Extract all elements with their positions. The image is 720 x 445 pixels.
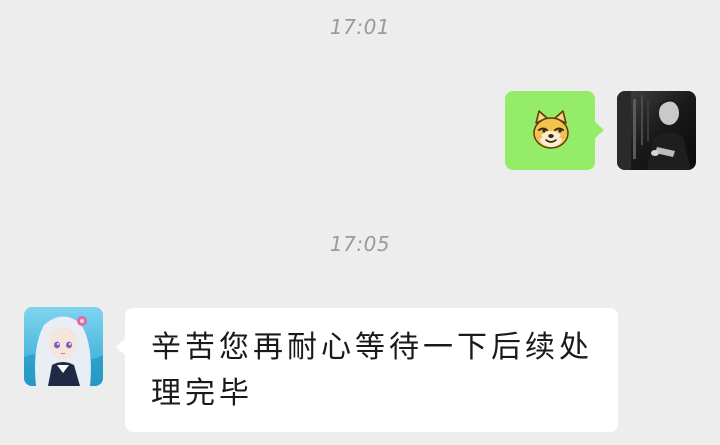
message-text: 辛苦您再耐心等待一下后续处理完毕	[151, 330, 593, 411]
timestamp: 17:01	[329, 15, 391, 39]
received-message-bubble[interactable]: 辛苦您再耐心等待一下后续处理完毕	[116, 308, 618, 432]
contact-avatar[interactable]	[24, 307, 103, 386]
sent-sticker-bubble[interactable]	[505, 91, 604, 170]
timestamp: 17:05	[329, 232, 391, 256]
dark-photo-avatar-icon	[617, 91, 696, 170]
doge-emoji-icon	[530, 109, 572, 151]
anime-girl-avatar-icon	[24, 307, 103, 386]
user-avatar[interactable]	[617, 91, 696, 170]
